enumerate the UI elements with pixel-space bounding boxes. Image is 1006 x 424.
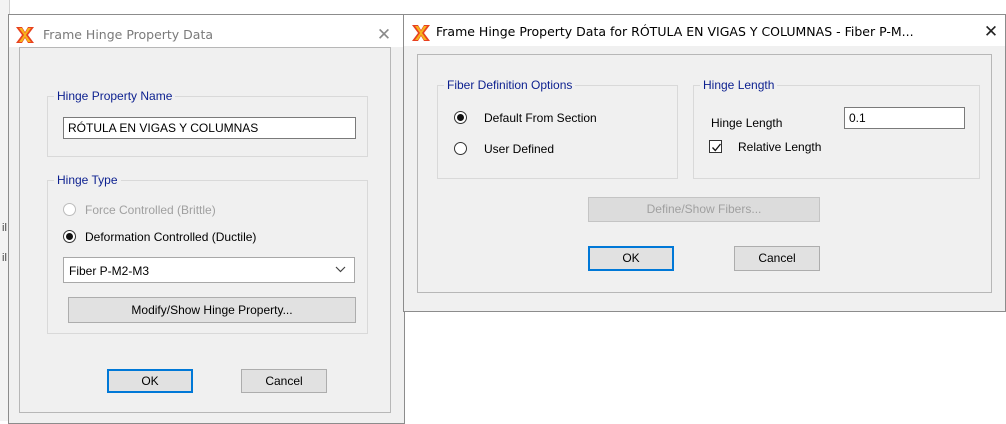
ok-button[interactable]: OK xyxy=(588,246,674,271)
checkmark-icon xyxy=(712,143,722,152)
hinge-length-label: Hinge Length xyxy=(711,116,783,130)
radio-label: Force Controlled (Brittle) xyxy=(85,203,216,217)
cancel-button[interactable]: Cancel xyxy=(734,246,820,271)
chevron-down-icon xyxy=(335,266,346,273)
checkbox-label: Relative Length xyxy=(738,140,822,154)
close-icon[interactable]: ✕ xyxy=(976,20,1006,44)
ok-button[interactable]: OK xyxy=(107,369,193,393)
group-label: Fiber Definition Options xyxy=(444,78,576,92)
radio-label: Deformation Controlled (Ductile) xyxy=(85,230,257,244)
dialog-title: Frame Hinge Property Data for RÓTULA EN … xyxy=(436,24,914,39)
define-show-fibers-button[interactable]: Define/Show Fibers... xyxy=(588,197,820,222)
sap2000-x-icon xyxy=(412,25,430,41)
dialog-titlebar[interactable]: Frame Hinge Property Data for RÓTULA EN … xyxy=(404,15,1005,46)
dialog-panel: Fiber Definition Options Default From Se… xyxy=(417,54,992,293)
group-label: Hinge Length xyxy=(700,78,778,92)
radio-label: User Defined xyxy=(484,142,555,156)
checkbox[interactable] xyxy=(709,140,722,153)
modify-show-hinge-property-button[interactable]: Modify/Show Hinge Property... xyxy=(68,297,356,323)
hinge-length-group: Hinge Length Hinge Length 0.1 Relative L… xyxy=(693,78,980,179)
frame-hinge-property-dialog: Frame Hinge Property Data ✕ Hinge Proper… xyxy=(8,14,405,424)
background-app-mark: il xyxy=(2,252,7,264)
cancel-button[interactable]: Cancel xyxy=(241,369,327,393)
dialog-client-area: Fiber Definition Options Default From Se… xyxy=(404,46,1005,311)
sap2000-x-icon xyxy=(16,27,34,43)
hinge-name-input[interactable]: RÓTULA EN VIGAS Y COLUMNAS xyxy=(63,117,356,139)
radio-label: Default From Section xyxy=(484,111,597,125)
dialog-client-area: Hinge Property Name RÓTULA EN VIGAS Y CO… xyxy=(9,47,404,423)
radio-button[interactable] xyxy=(63,203,76,216)
fiber-hinge-property-dialog: Frame Hinge Property Data for RÓTULA EN … xyxy=(403,14,1006,312)
background-app-mark: il xyxy=(2,222,7,234)
fiber-definition-options-group: Fiber Definition Options Default From Se… xyxy=(437,78,678,179)
dialog-titlebar[interactable]: Frame Hinge Property Data ✕ xyxy=(9,15,404,46)
dialog-title: Frame Hinge Property Data xyxy=(43,27,214,42)
close-icon[interactable]: ✕ xyxy=(369,23,399,47)
hinge-type-group: Hinge Type Force Controlled (Brittle) De… xyxy=(47,173,368,334)
radio-button[interactable] xyxy=(63,230,76,243)
group-label: Hinge Property Name xyxy=(54,89,176,103)
hinge-length-input[interactable]: 0.1 xyxy=(844,107,965,129)
hinge-property-name-group: Hinge Property Name RÓTULA EN VIGAS Y CO… xyxy=(47,89,368,157)
dropdown-value: Fiber P-M2-M3 xyxy=(69,264,150,278)
dialog-panel: Hinge Property Name RÓTULA EN VIGAS Y CO… xyxy=(19,47,391,413)
group-label: Hinge Type xyxy=(54,173,121,187)
hinge-type-dropdown[interactable]: Fiber P-M2-M3 xyxy=(63,257,355,283)
radio-button[interactable] xyxy=(454,142,467,155)
radio-button[interactable] xyxy=(454,111,467,124)
